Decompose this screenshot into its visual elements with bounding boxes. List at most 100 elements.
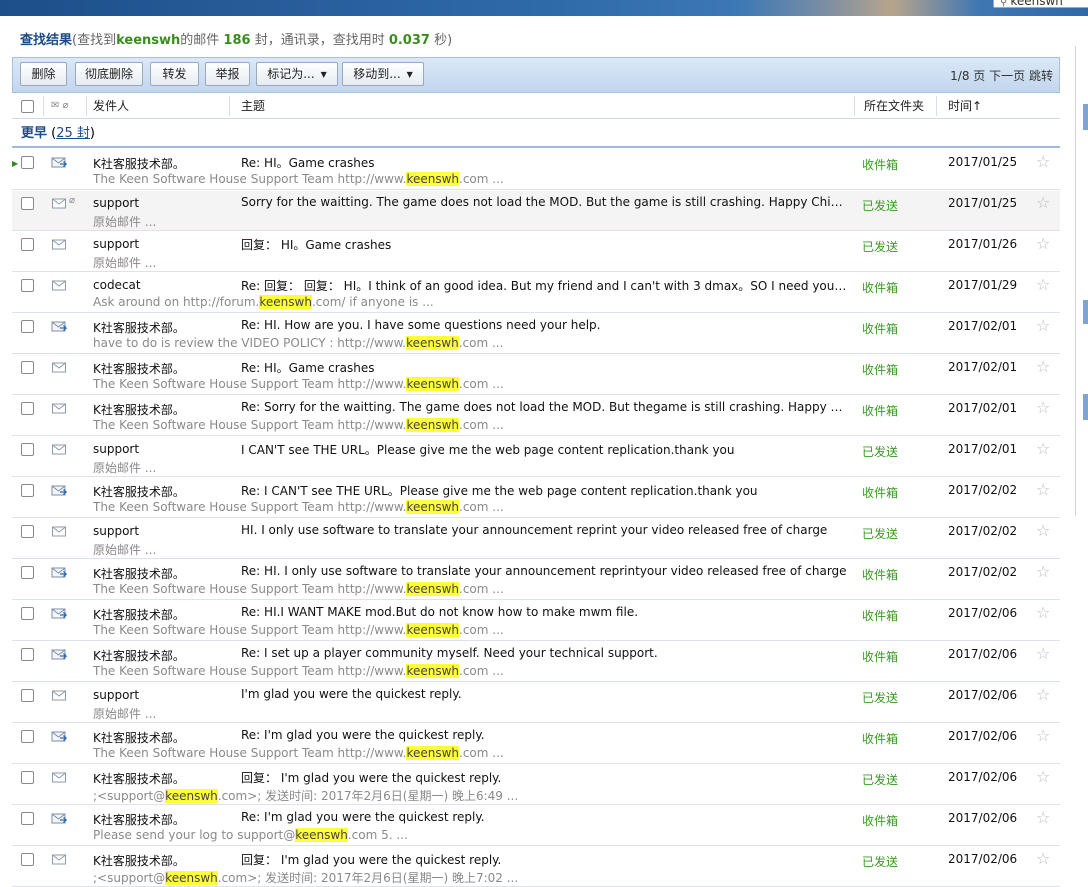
jump-link[interactable]: 跳转 (1029, 69, 1053, 83)
table-row[interactable]: K社客服技术部。 Re: HI。Game crashes The Keen Soft… (12, 355, 1060, 395)
row-sender[interactable]: support (93, 196, 139, 210)
row-sender[interactable]: K社客服技术部。 (93, 729, 185, 746)
star-icon[interactable]: ☆ (1036, 726, 1050, 745)
row-checkbox[interactable] (21, 853, 34, 866)
table-row[interactable]: support I CAN'T see THE URL。Please give m… (12, 437, 1060, 477)
row-checkbox[interactable] (21, 730, 34, 743)
row-checkbox[interactable] (21, 484, 34, 497)
table-row[interactable]: K社客服技术部。 回复： I'm glad you were the quicke… (12, 765, 1060, 805)
move-to-dropdown[interactable]: 移动到... ▼ (342, 62, 424, 86)
row-folder[interactable]: 收件箱 (862, 812, 898, 829)
row-folder[interactable]: 收件箱 (862, 648, 898, 665)
column-folder[interactable]: 所在文件夹 (864, 93, 924, 119)
row-folder[interactable]: 已发送 (862, 443, 898, 460)
next-page-link[interactable]: 下一页 (989, 69, 1025, 83)
row-subject[interactable]: Re: HI。Game crashes (241, 154, 847, 171)
row-folder[interactable]: 已发送 (862, 771, 898, 788)
row-checkbox[interactable] (21, 320, 34, 333)
star-icon[interactable]: ☆ (1036, 603, 1050, 622)
row-checkbox[interactable] (21, 689, 34, 702)
row-checkbox[interactable] (21, 402, 34, 415)
table-row[interactable]: support HI. I only use software to transl… (12, 519, 1060, 559)
row-sender[interactable]: K社客服技术部。 (93, 401, 185, 418)
star-icon[interactable]: ☆ (1036, 439, 1050, 458)
star-icon[interactable]: ☆ (1036, 275, 1050, 294)
row-checkbox[interactable] (21, 812, 34, 825)
table-row[interactable]: K社客服技术部。 Re: I CAN'T see THE URL。Please g… (12, 478, 1060, 518)
star-icon[interactable]: ☆ (1036, 644, 1050, 663)
row-sender[interactable]: K社客服技术部。 (93, 852, 185, 869)
row-folder[interactable]: 收件箱 (862, 361, 898, 378)
row-subject[interactable]: I'm glad you were the quickest reply. (241, 687, 847, 701)
star-icon[interactable]: ☆ (1036, 562, 1050, 581)
table-row[interactable]: K社客服技术部。 Re: I'm glad you were the quicke… (12, 724, 1060, 764)
row-checkbox[interactable] (21, 156, 34, 169)
row-sender[interactable]: K社客服技术部。 (93, 483, 185, 500)
row-subject[interactable]: Re: HI. How are you. I have some questio… (241, 318, 847, 332)
row-subject[interactable]: Re: I'm glad you were the quickest reply… (241, 810, 847, 824)
row-folder[interactable]: 已发送 (862, 525, 898, 542)
row-subject[interactable]: 回复： I'm glad you were the quickest reply… (241, 851, 847, 868)
row-sender[interactable]: K社客服技术部。 (93, 811, 185, 828)
table-row[interactable]: K社客服技术部。 Re: HI. I only use software to t… (12, 560, 1060, 600)
star-icon[interactable]: ☆ (1036, 849, 1050, 868)
row-checkbox[interactable] (21, 525, 34, 538)
row-sender[interactable]: K社客服技术部。 (93, 360, 185, 377)
table-row[interactable]: K社客服技术部。 Re: HI. How are you. I have some… (12, 314, 1060, 354)
forward-button[interactable]: 转发 (150, 62, 199, 86)
row-subject[interactable]: Re: HI.I WANT MAKE mod.But do not know h… (241, 605, 847, 619)
group-count-link[interactable]: 25 封 (56, 126, 90, 141)
star-icon[interactable]: ☆ (1036, 234, 1050, 253)
row-checkbox[interactable] (21, 443, 34, 456)
row-folder[interactable]: 收件箱 (862, 402, 898, 419)
column-time[interactable]: 时间↑ (948, 93, 982, 119)
row-subject[interactable]: Re: 回复： 回复： HI。I think of an good idea. … (241, 277, 847, 294)
row-subject[interactable]: 回复： I'm glad you were the quickest reply… (241, 769, 847, 786)
column-subject[interactable]: 主题 (241, 93, 265, 119)
report-button[interactable]: 举报 (205, 62, 250, 86)
row-sender[interactable]: K社客服技术部。 (93, 770, 185, 787)
table-row[interactable]: K社客服技术部。 回复： I'm glad you were the quicke… (12, 847, 1060, 887)
row-sender[interactable]: support (93, 442, 139, 456)
star-icon[interactable]: ☆ (1036, 357, 1050, 376)
row-checkbox[interactable] (21, 648, 34, 661)
row-sender[interactable]: K社客服技术部。 (93, 319, 185, 336)
row-sender[interactable]: K社客服技术部。 (93, 565, 185, 582)
row-subject[interactable]: Re: HI. I only use software to translate… (241, 564, 847, 578)
star-icon[interactable]: ☆ (1036, 152, 1050, 171)
star-icon[interactable]: ☆ (1036, 808, 1050, 827)
table-row[interactable]: support 回复： HI。Game crashes 原始邮件 ... 已发送 201… (12, 232, 1060, 272)
row-checkbox[interactable] (21, 279, 34, 292)
row-subject[interactable]: HI. I only use software to translate you… (241, 523, 847, 537)
select-all-checkbox[interactable] (21, 93, 34, 119)
row-folder[interactable]: 收件箱 (862, 320, 898, 337)
row-sender[interactable]: K社客服技术部。 (93, 606, 185, 623)
star-icon[interactable]: ☆ (1036, 480, 1050, 499)
star-icon[interactable]: ☆ (1036, 316, 1050, 335)
row-folder[interactable]: 已发送 (862, 238, 898, 255)
row-checkbox[interactable] (21, 238, 34, 251)
row-sender[interactable]: support (93, 524, 139, 538)
row-subject[interactable]: I CAN'T see THE URL。Please give me the w… (241, 441, 847, 458)
table-row[interactable]: support I'm glad you were the quickest re… (12, 683, 1060, 723)
row-checkbox[interactable] (21, 361, 34, 374)
star-icon[interactable]: ☆ (1036, 193, 1050, 212)
row-checkbox[interactable] (21, 771, 34, 784)
row-subject[interactable]: Sorry for the waitting. The game does no… (241, 195, 847, 209)
row-folder[interactable]: 已发送 (862, 689, 898, 706)
row-checkbox[interactable] (21, 197, 34, 210)
row-folder[interactable]: 收件箱 (862, 279, 898, 296)
row-sender[interactable]: K社客服技术部。 (93, 155, 185, 172)
row-checkbox[interactable] (21, 566, 34, 579)
row-subject[interactable]: Re: Sorry for the waitting. The game doe… (241, 400, 847, 414)
mark-as-dropdown[interactable]: 标记为... ▼ (256, 62, 338, 86)
table-row[interactable]: codecat Re: 回复： 回复： HI。I think of an good… (12, 273, 1060, 313)
table-row[interactable]: K社客服技术部。 Re: I'm glad you were the quicke… (12, 806, 1060, 846)
star-icon[interactable]: ☆ (1036, 767, 1050, 786)
search-input[interactable]: ⚲ keenswh (993, 0, 1088, 8)
row-subject[interactable]: 回复： HI。Game crashes (241, 236, 847, 253)
table-row[interactable]: K社客服技术部。 Re: I set up a player community … (12, 642, 1060, 682)
row-subject[interactable]: Re: I'm glad you were the quickest reply… (241, 728, 847, 742)
table-row[interactable]: K社客服技术部。 Re: Sorry for the waitting. The … (12, 396, 1060, 436)
row-sender[interactable]: codecat (93, 278, 141, 292)
